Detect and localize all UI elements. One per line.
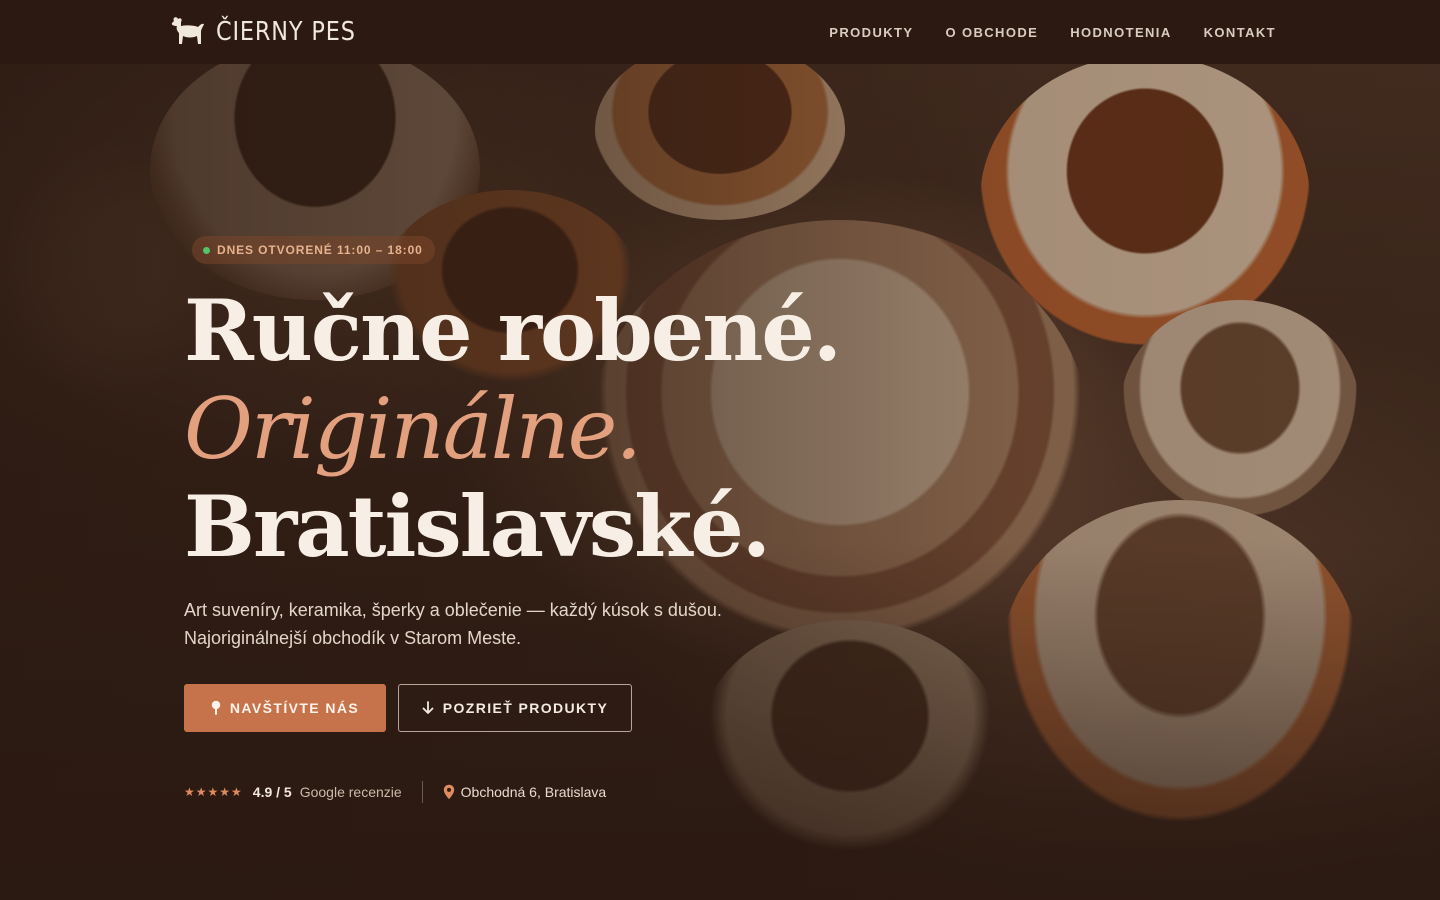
nav-link-o-obchode[interactable]: O OBCHODE [945,25,1038,40]
location-pin-icon [443,784,454,800]
headline-line-1: Ručne robené. [184,281,842,380]
open-hours-badge: DNES OTVORENÉ 11:00 – 18:00 [192,236,435,264]
visit-us-label: NAVŠTÍVTE NÁS [229,700,360,716]
headline-line-3: Bratislavské. [184,477,771,576]
top-navigation: ČIERNY PES PRODUKTY O OBCHODE HODNOTENIA… [0,0,1440,64]
hero-content: DNES OTVORENÉ 11:00 – 18:00 Ručne robené… [184,0,1084,900]
nav-link-hodnotenia[interactable]: HODNOTENIA [1070,25,1171,40]
brand-logo-link[interactable]: ČIERNY PES [168,15,379,49]
dog-icon [171,17,204,44]
rating-source-label: Google recenzie [299,784,402,800]
view-products-label: POZRIEŤ PRODUKTY [442,700,609,716]
hero-description: Art suveníry, keramika, šperky a oblečen… [184,596,824,652]
hero-meta-row: ★★★★★ 4.9 / 5 Google recenzie Obchodná 6… [184,780,606,804]
nav-link-kontakt[interactable]: KONTAKT [1204,25,1276,40]
nav-link-produkty[interactable]: PRODUKTY [829,25,913,40]
rating-value: 4.9 / 5 [252,784,292,800]
open-status-dot-icon [203,246,210,254]
open-hours-text: DNES OTVORENÉ 11:00 – 18:00 [217,243,423,257]
brand-name: ČIERNY PES [216,17,356,47]
headline-line-2-accent: Originálne. [184,380,642,478]
pin-icon [211,700,221,715]
rating-stars-icon: ★★★★★ [184,785,243,799]
description-line-1: Art suveníry, keramika, šperky a oblečen… [184,600,722,620]
view-products-button[interactable]: POZRIEŤ PRODUKTY [398,684,632,732]
arrow-down-icon [422,701,434,714]
hero-headline: Ručne robené. Originálne. Bratislavské. [184,281,842,576]
shop-address: Obchodná 6, Bratislava [460,784,607,800]
description-line-2: Najoriginálnejší obchodík v Starom Meste… [184,628,522,648]
visit-us-button[interactable]: NAVŠTÍVTE NÁS [184,684,386,732]
meta-divider [421,781,423,803]
nav-links: PRODUKTY O OBCHODE HODNOTENIA KONTAKT [829,25,1276,40]
